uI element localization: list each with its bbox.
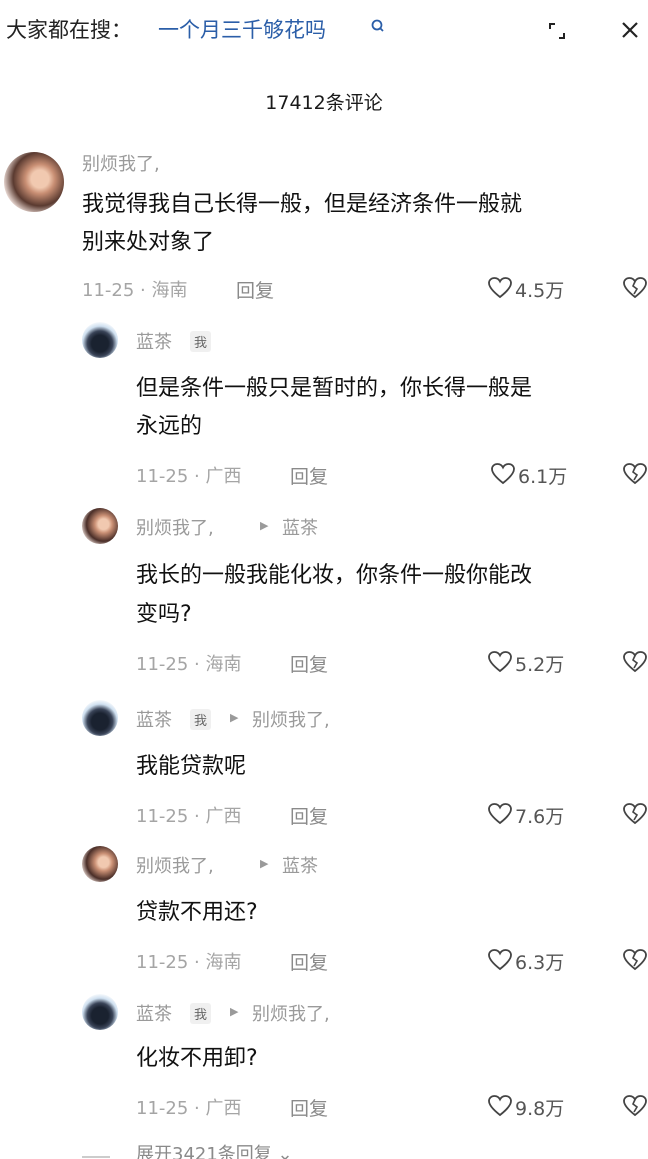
avatar[interactable] bbox=[82, 700, 118, 736]
reply-arrow-icon: ▶ bbox=[230, 1005, 239, 1018]
dislike-icon[interactable] bbox=[622, 802, 648, 826]
dislike-icon[interactable] bbox=[622, 1094, 648, 1118]
comment-author[interactable]: 别烦我了, bbox=[136, 852, 214, 878]
comment-text-line: 我长的一般我能化妆，你条件一般你能改 bbox=[136, 563, 533, 588]
reply-button[interactable]: 回复 bbox=[236, 276, 274, 303]
heart-icon[interactable] bbox=[490, 462, 516, 486]
divider bbox=[82, 1156, 110, 1158]
reply-arrow-icon: ▶ bbox=[230, 711, 239, 724]
comment-text-line: 我能贷款呢 bbox=[136, 754, 247, 779]
avatar[interactable] bbox=[4, 152, 64, 212]
reply-arrow-icon: ▶ bbox=[260, 519, 269, 532]
like-count: 5.2万 bbox=[515, 654, 565, 676]
search-icon[interactable] bbox=[370, 16, 386, 36]
dislike-icon[interactable] bbox=[622, 276, 648, 300]
reply-arrow-icon: ▶ bbox=[260, 857, 269, 870]
comment-text-line: 但是条件一般只是暂时的，你长得一般是 bbox=[136, 376, 533, 401]
reply-to-user[interactable]: 蓝茶 bbox=[282, 514, 318, 540]
close-icon[interactable] bbox=[618, 18, 642, 42]
comment-count: 17412条评论 bbox=[265, 92, 383, 114]
reply-button[interactable]: 回复 bbox=[290, 650, 328, 677]
comment-date-location: 11-25 · 广西 bbox=[136, 466, 242, 487]
avatar[interactable] bbox=[82, 846, 118, 882]
reply-to-user[interactable]: 蓝茶 bbox=[282, 852, 318, 878]
like-count: 9.8万 bbox=[515, 1098, 565, 1120]
heart-icon[interactable] bbox=[487, 802, 513, 826]
reply-button[interactable]: 回复 bbox=[290, 462, 328, 489]
avatar[interactable] bbox=[82, 508, 118, 544]
like-count: 7.6万 bbox=[515, 806, 565, 828]
comment-text-line: 别来处对象了 bbox=[82, 230, 215, 255]
heart-icon[interactable] bbox=[487, 276, 513, 300]
reply-button[interactable]: 回复 bbox=[290, 1094, 328, 1121]
dislike-icon[interactable] bbox=[622, 650, 648, 674]
heart-icon[interactable] bbox=[487, 1094, 513, 1118]
like-count: 4.5万 bbox=[515, 280, 565, 302]
reply-to-user[interactable]: 别烦我了, bbox=[252, 1000, 330, 1026]
me-badge: 我 bbox=[190, 1003, 212, 1024]
heart-icon[interactable] bbox=[487, 650, 513, 674]
comment-date-location: 11-25 · 海南 bbox=[82, 280, 188, 301]
comment-date-location: 11-25 · 广西 bbox=[136, 1098, 242, 1119]
like-count: 6.1万 bbox=[518, 466, 568, 488]
me-badge: 我 bbox=[190, 709, 212, 730]
comment-author[interactable]: 蓝茶 bbox=[136, 328, 172, 354]
comment-date-location: 11-25 · 海南 bbox=[136, 952, 242, 973]
avatar[interactable] bbox=[82, 322, 118, 358]
comment-text-line: 变吗? bbox=[136, 602, 192, 627]
reply-to-user[interactable]: 别烦我了, bbox=[252, 706, 330, 732]
comment-text-line: 我觉得我自己长得一般，但是经济条件一般就 bbox=[82, 192, 523, 217]
heart-icon[interactable] bbox=[487, 948, 513, 972]
dislike-icon[interactable] bbox=[622, 948, 648, 972]
comment-author[interactable]: 蓝茶 bbox=[136, 1000, 172, 1026]
comment-author[interactable]: 蓝茶 bbox=[136, 706, 172, 732]
top-search-bar: 大家都在搜： 一个月三千够花吗 bbox=[0, 0, 648, 62]
comment-text-line: 化妆不用卸? bbox=[136, 1046, 258, 1071]
reply-button[interactable]: 回复 bbox=[290, 948, 328, 975]
comment-date-location: 11-25 · 海南 bbox=[136, 654, 242, 675]
comment-author[interactable]: 别烦我了, bbox=[136, 514, 214, 540]
comment-text-line: 永远的 bbox=[136, 414, 203, 439]
me-badge: 我 bbox=[190, 331, 212, 352]
dislike-icon[interactable] bbox=[622, 462, 648, 486]
like-count: 6.3万 bbox=[515, 952, 565, 974]
comment-author[interactable]: 别烦我了, bbox=[82, 150, 160, 176]
expand-icon[interactable] bbox=[546, 20, 568, 42]
search-prefix: 大家都在搜： bbox=[6, 18, 132, 42]
comment-date-location: 11-25 · 广西 bbox=[136, 806, 242, 827]
avatar[interactable] bbox=[82, 994, 118, 1030]
expand-replies-button[interactable]: 展开3421条回复 ⌄ bbox=[136, 1140, 293, 1159]
search-suggestion-link[interactable]: 一个月三千够花吗 bbox=[158, 14, 326, 44]
reply-button[interactable]: 回复 bbox=[290, 802, 328, 829]
comment-text-line: 贷款不用还? bbox=[136, 900, 258, 925]
